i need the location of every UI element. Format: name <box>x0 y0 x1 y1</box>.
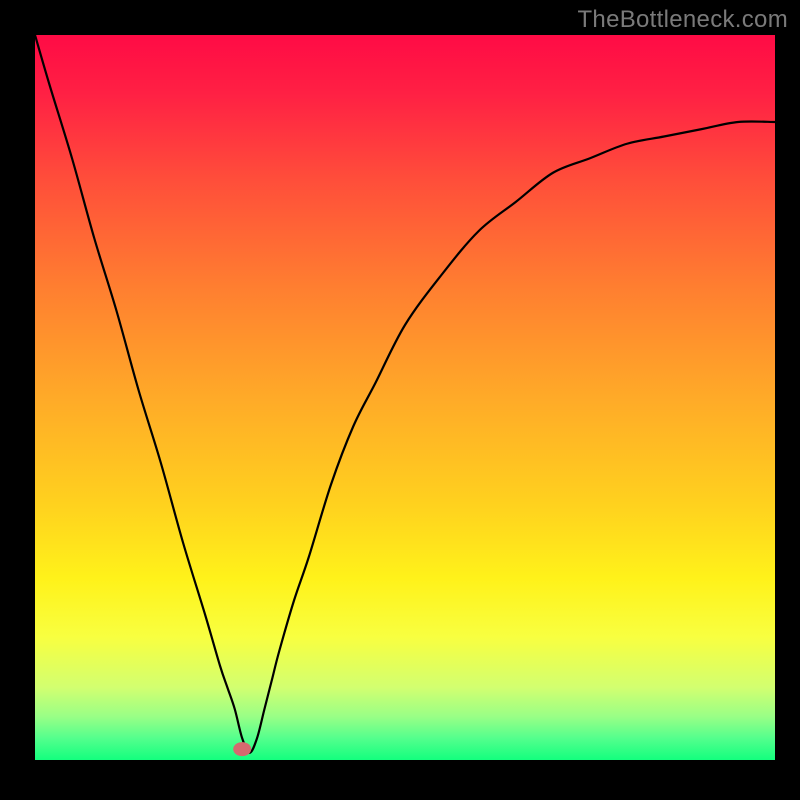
chart-container: TheBottleneck.com <box>0 0 800 800</box>
min-marker <box>233 742 251 756</box>
bottleneck-chart <box>0 0 800 800</box>
watermark-label: TheBottleneck.com <box>577 6 788 34</box>
plot-background <box>35 35 775 760</box>
